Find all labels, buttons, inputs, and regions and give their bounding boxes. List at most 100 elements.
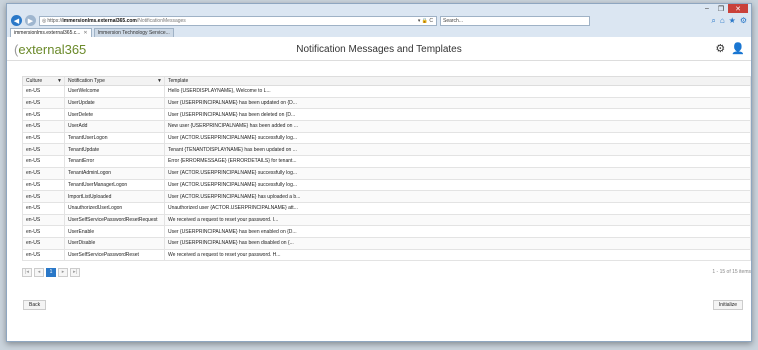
title-bar: – ❐ ✕ bbox=[7, 4, 751, 14]
notification-type-cell: ImportListUploaded bbox=[65, 191, 165, 202]
notification-type-cell: TenantError bbox=[65, 156, 165, 167]
column-label: Culture bbox=[26, 78, 43, 84]
notification-type-cell: UserWelcome bbox=[65, 86, 165, 97]
table-row[interactable]: en-US TenantUpdate Tenant {TENANTDISPLAYNA… bbox=[22, 144, 751, 157]
settings-gears-icon[interactable]: ⚙ bbox=[715, 42, 725, 55]
table-row[interactable]: en-US TenantUserLogon User {ACTOR.USERPRIN… bbox=[22, 132, 751, 145]
table-row[interactable]: en-US TenantUserManagerLogon User {ACTOR.U… bbox=[22, 179, 751, 192]
notification-type-cell: UserUpdate bbox=[65, 97, 165, 109]
culture-cell: en-US bbox=[23, 237, 65, 249]
notification-type-cell: TenantUpdate bbox=[65, 144, 165, 156]
notification-grid: Culture ▼ Notification Type ▼ Template e… bbox=[22, 76, 751, 279]
first-page-button[interactable]: |◂ bbox=[22, 267, 32, 277]
notification-type-cell: UserEnable bbox=[65, 226, 165, 237]
table-row[interactable]: en-US UserDisable User {USERPRINCIPALNAME}… bbox=[22, 237, 751, 250]
window-controls: – ❐ ✕ bbox=[700, 4, 748, 13]
pager-info: 1 - 15 of 15 items bbox=[712, 269, 751, 276]
table-row[interactable]: en-US ImportListUploaded User {ACTOR.USERP… bbox=[22, 191, 751, 203]
browser-window: – ❐ ✕ ◀ ▶ ◎ https:// immersionlms.extern… bbox=[6, 3, 752, 342]
culture-cell: en-US bbox=[23, 167, 65, 179]
filter-icon[interactable]: ▼ bbox=[57, 78, 62, 84]
user-profile-icon[interactable]: 👤 bbox=[731, 42, 745, 55]
template-cell: User {USERPRINCIPALNAME} has been update… bbox=[168, 100, 297, 107]
tab-immersionlms[interactable]: immersionlms.external365.c... ✕ bbox=[10, 28, 92, 37]
favorites-star-icon[interactable]: ★ bbox=[729, 16, 736, 26]
back-button[interactable]: Back bbox=[23, 300, 47, 310]
notification-type-cell: UserDisable bbox=[65, 237, 165, 249]
notification-type-cell: UserSelfServicePasswordReset bbox=[65, 249, 165, 261]
notification-type-cell: UserSelfServicePasswordResetRequest bbox=[65, 214, 165, 226]
url-host: immersionlms.external365.com bbox=[62, 17, 137, 24]
template-cell: Hello {USERDISPLAYNAME}, Welcome to L... bbox=[168, 88, 271, 95]
url-scheme: https:// bbox=[47, 17, 63, 24]
page-icon: ◎ bbox=[42, 17, 47, 24]
browser-toolbar-icons: ⌕ ⌂ ★ ⚙ bbox=[711, 16, 747, 26]
current-page-button[interactable]: 1 bbox=[46, 267, 56, 277]
culture-cell: en-US bbox=[23, 97, 65, 109]
culture-cell: en-US bbox=[23, 121, 65, 132]
culture-cell: en-US bbox=[23, 226, 65, 237]
template-cell: User {ACTOR.USERPRINCIPALNAME} successfu… bbox=[168, 170, 298, 177]
search-placeholder: Search... bbox=[443, 17, 464, 24]
maximize-button[interactable]: ❐ bbox=[714, 4, 728, 13]
table-row[interactable]: en-US UserSelfServicePasswordReset We rece… bbox=[22, 249, 751, 262]
culture-cell: en-US bbox=[23, 156, 65, 167]
last-page-button[interactable]: ▸| bbox=[70, 267, 80, 277]
grid-header: Culture ▼ Notification Type ▼ Template bbox=[22, 76, 751, 86]
notification-type-cell: TenantAdminLogon bbox=[65, 167, 165, 179]
column-header-notification-type[interactable]: Notification Type ▼ bbox=[65, 77, 165, 85]
culture-cell: en-US bbox=[23, 132, 65, 144]
address-bar-icons[interactable]: ▾ 🔒 C bbox=[418, 18, 433, 24]
notification-type-cell: UnauthorizedUserLogon bbox=[65, 202, 165, 214]
table-row[interactable]: en-US UserUpdate User {USERPRINCIPALNAME} … bbox=[22, 97, 751, 110]
table-row[interactable]: en-US UserEnable User {USERPRINCIPALNAME} … bbox=[22, 226, 751, 238]
tab-close-icon[interactable]: ✕ bbox=[83, 30, 87, 36]
pager: |◂ ◂ 1 ▸ ▸| 1 - 15 of 15 items bbox=[22, 265, 751, 279]
tab-label: Immersion Technology Service... bbox=[97, 30, 170, 36]
next-page-button[interactable]: ▸ bbox=[58, 267, 68, 277]
template-cell: Tenant {TENANTDISPLAYNAME} has been upda… bbox=[168, 146, 297, 153]
template-cell: Error {ERRORMESSAGE} {ERRORDETAILS} for … bbox=[168, 158, 297, 165]
home-icon[interactable]: ⌂ bbox=[720, 16, 725, 26]
address-bar[interactable]: ◎ https:// immersionlms.external365.com … bbox=[39, 15, 437, 26]
prev-page-button[interactable]: ◂ bbox=[34, 267, 44, 277]
column-label: Notification Type bbox=[68, 78, 105, 84]
table-row[interactable]: en-US UserSelfServicePasswordResetRequest… bbox=[22, 214, 751, 227]
culture-cell: en-US bbox=[23, 202, 65, 214]
column-header-template[interactable]: Template bbox=[165, 77, 750, 85]
table-row[interactable]: en-US UserAdd New user {USERPRINCIPALNAME}… bbox=[22, 121, 751, 133]
tab-immersion-technology[interactable]: Immersion Technology Service... bbox=[93, 28, 174, 37]
back-arrow-icon[interactable]: ◀ bbox=[11, 15, 22, 26]
template-cell: User {ACTOR.USERPRINCIPALNAME} successfu… bbox=[168, 135, 298, 142]
initialize-button[interactable]: Initialize bbox=[712, 300, 743, 310]
table-row[interactable]: en-US UserDelete User {USERPRINCIPALNAME} … bbox=[22, 109, 751, 122]
search-input[interactable]: Search... bbox=[440, 15, 590, 26]
notification-type-cell: TenantUserLogon bbox=[65, 132, 165, 144]
url-path: /NotificationMessages bbox=[136, 17, 186, 24]
search-icon[interactable]: ⌕ bbox=[711, 16, 715, 26]
culture-cell: en-US bbox=[23, 179, 65, 191]
culture-cell: en-US bbox=[23, 249, 65, 261]
template-cell: User {USERPRINCIPALNAME} has been enable… bbox=[168, 228, 297, 235]
notification-type-cell: UserAdd bbox=[65, 121, 165, 132]
column-header-culture[interactable]: Culture ▼ bbox=[23, 77, 65, 85]
minimize-button[interactable]: – bbox=[700, 4, 714, 13]
template-cell: New user {USERPRINCIPALNAME} has been ad… bbox=[168, 123, 298, 130]
grid-body: en-US UserWelcome Hello {USERDISPLAYNAME},… bbox=[22, 86, 751, 262]
template-cell: We received a request to reset your pass… bbox=[168, 251, 281, 258]
table-row[interactable]: en-US TenantError Error {ERRORMESSAGE} {ER… bbox=[22, 156, 751, 168]
filter-icon[interactable]: ▼ bbox=[157, 78, 162, 84]
settings-gear-icon[interactable]: ⚙ bbox=[740, 16, 747, 26]
template-cell: User {USERPRINCIPALNAME} has been disabl… bbox=[168, 240, 294, 247]
tab-label: immersionlms.external365.c... bbox=[14, 30, 81, 36]
table-row[interactable]: en-US UnauthorizedUserLogon Unauthorized u… bbox=[22, 202, 751, 215]
table-row[interactable]: en-US UserWelcome Hello {USERDISPLAYNAME},… bbox=[22, 86, 751, 98]
header-icons: ⚙ 👤 bbox=[715, 42, 745, 55]
culture-cell: en-US bbox=[23, 191, 65, 202]
culture-cell: en-US bbox=[23, 109, 65, 121]
forward-arrow-icon[interactable]: ▶ bbox=[25, 15, 36, 26]
table-row[interactable]: en-US TenantAdminLogon User {ACTOR.USERPRI… bbox=[22, 167, 751, 180]
template-cell: We received a request to reset your pass… bbox=[168, 216, 279, 223]
column-label: Template bbox=[168, 78, 189, 84]
close-button[interactable]: ✕ bbox=[728, 4, 748, 13]
